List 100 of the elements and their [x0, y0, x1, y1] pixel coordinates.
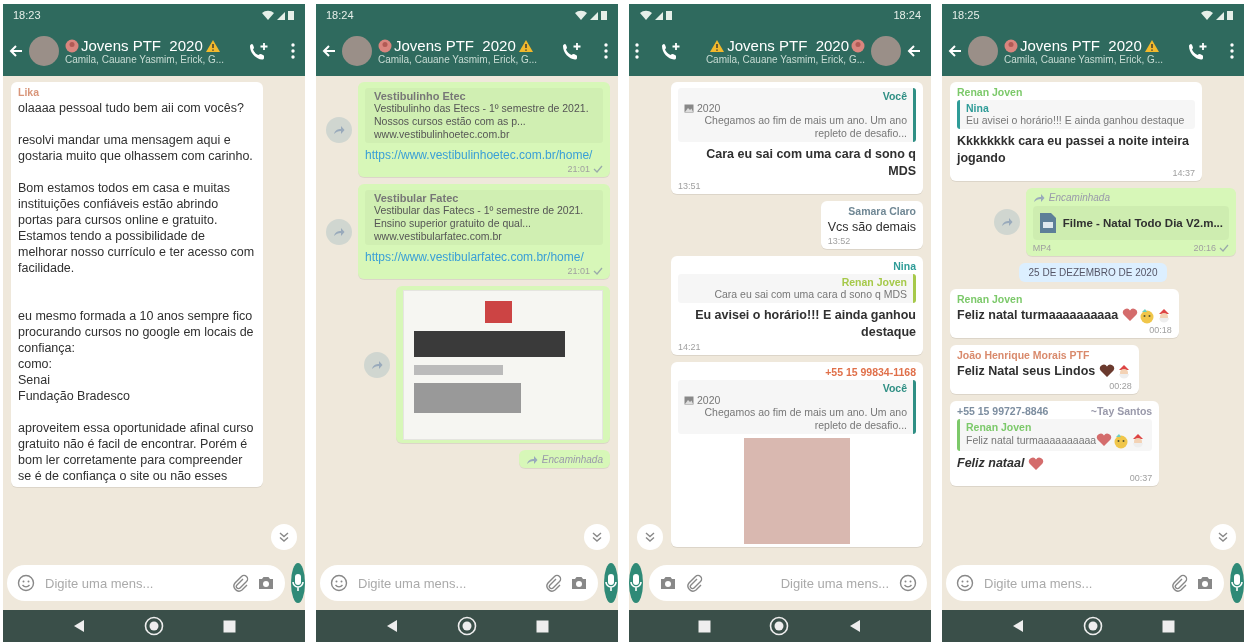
- message-field[interactable]: Digite uma mens...: [320, 565, 598, 601]
- add-call-icon[interactable]: [562, 42, 582, 60]
- microphone-button[interactable]: [604, 563, 618, 603]
- profile-emoji-icon: [378, 38, 392, 53]
- chat-title[interactable]: Jovens PTF 2020: [394, 37, 516, 54]
- status-icons: [261, 9, 295, 21]
- sender-name: Renan Joven: [957, 293, 1023, 305]
- back-arrow-icon[interactable]: [907, 44, 921, 58]
- link-preview-description: Vestibulinho das Etecs - 1º semestre de 2021. Nossos cursos estão com as p...: [374, 102, 590, 128]
- menu-icon[interactable]: [635, 43, 639, 59]
- link-preview-domain: www.vestibularfatec.com.br: [374, 230, 503, 243]
- message-text: Vcs são demais: [827, 220, 916, 234]
- message-field[interactable]: Digite uma mens...: [649, 565, 927, 601]
- nav-recents-icon[interactable]: [222, 619, 236, 633]
- warning-icon: [517, 38, 534, 53]
- message-time: 00:28: [1109, 381, 1132, 391]
- nav-home-icon[interactable]: [769, 616, 790, 636]
- quoted-author: Renan Joven: [966, 421, 1033, 433]
- paperclip-icon[interactable]: [685, 574, 703, 592]
- microphone-icon: [291, 573, 305, 593]
- menu-icon[interactable]: [291, 43, 295, 59]
- quoted-message[interactable]: Renan Joven Feliz natal turmaaaaaaaaaa: [957, 419, 1153, 451]
- back-arrow-icon[interactable]: [322, 44, 336, 58]
- link[interactable]: https://www.vestibulinhoetec.com.br/home/: [365, 147, 603, 163]
- microphone-button[interactable]: [629, 563, 643, 603]
- message-time: 14:37: [1172, 168, 1195, 178]
- camera-icon[interactable]: [659, 575, 677, 591]
- forward-arrow-icon: [371, 359, 383, 370]
- quoted-author: Você: [881, 382, 907, 394]
- nav-home-icon[interactable]: [144, 616, 165, 636]
- quoted-message[interactable]: Você 2020 Chegamos ao fim de mais um ano. Um ano repleto de desafio...: [678, 88, 916, 142]
- heart-emoji-icon: [1096, 433, 1113, 447]
- status-time: 18:23: [13, 9, 41, 21]
- microphone-button[interactable]: [1230, 563, 1244, 603]
- double-chevron-icon: [591, 531, 603, 543]
- camera-icon[interactable]: [1196, 575, 1214, 591]
- nav-recents-icon[interactable]: [698, 619, 712, 633]
- status-icons: [574, 9, 608, 21]
- add-call-icon[interactable]: [249, 42, 269, 60]
- double-chevron-icon: [644, 531, 656, 543]
- emoji-icon[interactable]: [17, 574, 35, 592]
- message-text: Cara eu sai com uma cara d sono q MDS: [706, 147, 916, 178]
- chat-title[interactable]: Jovens PTF 2020: [1020, 37, 1142, 54]
- menu-icon[interactable]: [1230, 43, 1234, 59]
- nav-home-icon[interactable]: [1083, 616, 1104, 636]
- nav-recents-icon[interactable]: [535, 619, 549, 633]
- file-type: MP4: [1032, 243, 1052, 253]
- back-arrow-icon[interactable]: [9, 44, 23, 58]
- party-face-emoji-icon: [1138, 307, 1155, 324]
- emoji-icon[interactable]: [956, 574, 974, 592]
- profile-emoji-icon: [851, 38, 865, 53]
- chat-title[interactable]: Jovens PTF 2020: [727, 37, 849, 54]
- scroll-down-button[interactable]: [584, 524, 610, 550]
- party-face-emoji-icon: [1113, 433, 1130, 449]
- nav-recents-icon[interactable]: [1161, 619, 1175, 633]
- quoted-message[interactable]: Você 2020 Chegamos ao fim de mais um ano. Um ano repleto de desafio...: [678, 380, 916, 434]
- message-time: 00:18: [1149, 325, 1172, 335]
- sender-push-name: ~Tay Santos: [1090, 405, 1153, 417]
- paperclip-icon[interactable]: [544, 574, 562, 592]
- heart-emoji-icon: [1121, 307, 1138, 322]
- forward-arrow-icon: [333, 226, 345, 237]
- quoted-author: Nina: [966, 102, 990, 114]
- emoji-icon[interactable]: [330, 574, 348, 592]
- microphone-icon: [1230, 573, 1244, 593]
- forwarded-text: Encaminhada: [1048, 192, 1110, 203]
- status-time: 18:24: [326, 9, 354, 21]
- quoted-message[interactable]: Renan Joven Cara eu sai com uma cara d sono q MDS: [678, 274, 916, 303]
- scroll-down-button[interactable]: [637, 524, 663, 550]
- heart-emoji-icon: [1027, 456, 1044, 471]
- camera-icon[interactable]: [257, 575, 275, 591]
- scroll-down-button[interactable]: [1210, 524, 1236, 550]
- message-field[interactable]: Digite uma mens...: [7, 565, 285, 601]
- add-call-icon[interactable]: [661, 42, 681, 60]
- back-arrow-icon[interactable]: [948, 44, 962, 58]
- chat-members: Camila, Cauane Yasmim, Erick, G...: [378, 54, 539, 65]
- link-preview-title: Vestibulinho Etec: [374, 90, 467, 102]
- chat-members: Camila, Cauane Yasmim, Erick, G...: [65, 54, 226, 65]
- camera-icon[interactable]: [570, 575, 588, 591]
- quoted-message[interactable]: Nina Eu avisei o horário!!! E ainda ganhou destaque: [957, 100, 1195, 129]
- quoted-author: Renan Joven: [840, 276, 907, 288]
- message-text: olaaaa pessoal tudo bem aii com vocês? resolvi mandar uma mensagem aqui e gostaria muito que olhassem com carinho. Bom estamos todos em casa e muitas instituições confiáveis estão abrindo portas para cursos online e gratuito. Estamos tendo a possibilidade de melhorar nosso currículo e ter acesso com facilidade. eu mesmo formada a 10 anos sempre fico procurando cursos no google em locais de confiança: como: Senai Fundação Bradesco aproveitem essa oportunidade afinal curso gratuito não é facil de encontrar. Porém é bom ler corretamente para compreender se é de confiança o site ou não esses: [18, 101, 255, 483]
- message-time: 21:01: [567, 164, 590, 174]
- link[interactable]: https://www.vestibularfatec.com.br/home/: [365, 249, 603, 265]
- microphone-button[interactable]: [291, 563, 305, 603]
- scroll-down-button[interactable]: [271, 524, 297, 550]
- menu-icon[interactable]: [604, 43, 608, 59]
- nav-back-icon[interactable]: [385, 619, 400, 633]
- profile-emoji-icon: [65, 38, 79, 53]
- chat-title[interactable]: Jovens PTF 2020: [81, 37, 203, 54]
- message-text: Feliz Natal seus Lindos: [957, 364, 1096, 378]
- message-time: 20:16: [1193, 243, 1216, 253]
- add-call-icon[interactable]: [1188, 42, 1208, 60]
- message-field[interactable]: Digite uma mens...: [946, 565, 1224, 601]
- paperclip-icon[interactable]: [1170, 574, 1188, 592]
- nav-back-icon[interactable]: [72, 619, 87, 633]
- nav-back-icon[interactable]: [1011, 619, 1026, 633]
- paperclip-icon[interactable]: [231, 574, 249, 592]
- nav-home-icon[interactable]: [457, 616, 478, 636]
- emoji-icon[interactable]: [899, 574, 917, 592]
- sender-name: Nina: [893, 260, 916, 272]
